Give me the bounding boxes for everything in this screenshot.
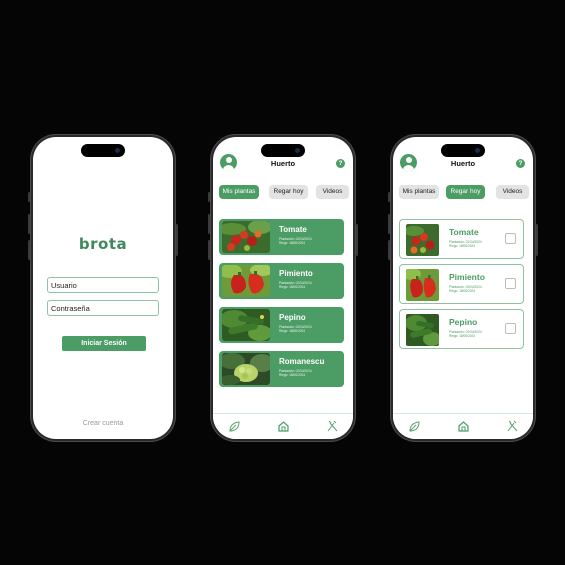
- password-field[interactable]: Contraseña: [47, 300, 159, 316]
- plant-name: Pepino: [279, 313, 306, 322]
- tools-icon[interactable]: [506, 420, 519, 433]
- watering-date: Riego: 18/06/2024: [449, 244, 476, 248]
- dynamic-island: [81, 144, 125, 157]
- tab-bar: Mis plantas Regar hoy Videos: [219, 185, 349, 199]
- plant-name: Tomate: [279, 225, 307, 234]
- leaf-icon[interactable]: [408, 420, 421, 433]
- username-field[interactable]: Usuario: [47, 277, 159, 293]
- plant-card-romanescu[interactable]: Romanescu Plantación: 02/04/2024 Riego: …: [219, 351, 344, 387]
- phone-login: brota Usuario Contraseña Iniciar Sesión …: [28, 134, 178, 442]
- watered-checkbox[interactable]: [505, 278, 516, 289]
- volume-up-button: [28, 214, 30, 234]
- plant-name: Romanescu: [279, 357, 325, 366]
- volume-down-button: [208, 240, 210, 260]
- mute-switch: [208, 192, 210, 202]
- water-today-screen: Huerto ? Mis plantas Regar hoy Videos To…: [393, 137, 533, 439]
- tab-videos[interactable]: Videos: [316, 185, 349, 199]
- watering-date: Riego: 18/06/2024: [279, 329, 306, 333]
- watered-checkbox[interactable]: [505, 323, 516, 334]
- dynamic-island: [441, 144, 485, 157]
- mute-switch: [28, 192, 30, 202]
- app-logo: brota: [78, 235, 128, 253]
- plant-name: Tomate: [449, 227, 479, 237]
- watering-date: Riego: 18/06/2024: [279, 373, 306, 377]
- watering-date: Riego: 18/06/2024: [279, 241, 306, 245]
- plant-card-pepino[interactable]: Pepino Plantación: 02/04/2024 Riego: 18/…: [219, 307, 344, 343]
- volume-down-button: [28, 240, 30, 260]
- page-title: Huerto: [270, 159, 296, 168]
- tab-my-plants[interactable]: Mis plantas: [399, 185, 439, 199]
- home-icon[interactable]: [277, 420, 290, 433]
- mute-switch: [388, 192, 390, 202]
- tab-my-plants[interactable]: Mis plantas: [219, 185, 259, 199]
- water-card-pepino[interactable]: Pepino Plantación: 02/04/2024 Riego: 18/…: [399, 309, 524, 349]
- volume-down-button: [388, 240, 390, 260]
- volume-up-button: [208, 214, 210, 234]
- dynamic-island: [261, 144, 305, 157]
- bottom-navigation: [393, 413, 533, 439]
- watering-date: Riego: 18/06/2024: [279, 285, 306, 289]
- plant-name: Pepino: [449, 317, 478, 327]
- bottom-navigation: [213, 413, 353, 439]
- help-icon[interactable]: ?: [516, 159, 525, 168]
- power-button: [176, 224, 178, 256]
- my-plants-screen: Huerto ? Mis plantas Regar hoy Videos To…: [213, 137, 353, 439]
- volume-up-button: [388, 214, 390, 234]
- page-title: Huerto: [450, 159, 476, 168]
- tab-bar: Mis plantas Regar hoy Videos: [399, 185, 529, 199]
- water-card-tomate[interactable]: Tomate Plantación: 02/04/2024 Riego: 18/…: [399, 219, 524, 259]
- create-account-link[interactable]: Crear cuenta: [33, 420, 173, 427]
- leaf-icon[interactable]: [228, 420, 241, 433]
- plant-name: Pimiento: [449, 272, 485, 282]
- tab-water-today[interactable]: Regar hoy: [446, 185, 485, 199]
- tools-icon[interactable]: [326, 420, 339, 433]
- romanesco-photo: [222, 353, 270, 385]
- tab-water-today[interactable]: Regar hoy: [269, 185, 308, 199]
- home-icon[interactable]: [457, 420, 470, 433]
- plant-card-tomate[interactable]: Tomate Plantación: 02/04/2024 Riego: 18/…: [219, 219, 344, 255]
- tab-videos[interactable]: Videos: [496, 185, 529, 199]
- watering-date: Riego: 18/06/2024: [449, 289, 476, 293]
- pepper-photo: [222, 265, 270, 297]
- login-button[interactable]: Iniciar Sesión: [62, 336, 146, 351]
- pepper-photo: [406, 269, 439, 301]
- phone-my-plants: Huerto ? Mis plantas Regar hoy Videos To…: [208, 134, 358, 442]
- watering-date: Riego: 18/06/2024: [449, 334, 476, 338]
- login-screen: brota Usuario Contraseña Iniciar Sesión …: [33, 137, 173, 439]
- power-button: [536, 224, 538, 256]
- watered-checkbox[interactable]: [505, 233, 516, 244]
- phone-water-today: Huerto ? Mis plantas Regar hoy Videos To…: [388, 134, 538, 442]
- plant-name: Pimiento: [279, 269, 313, 278]
- plant-card-pimiento[interactable]: Pimiento Plantación: 02/04/2024 Riego: 1…: [219, 263, 344, 299]
- tomato-photo: [222, 221, 270, 253]
- power-button: [356, 224, 358, 256]
- water-card-pimiento[interactable]: Pimiento Plantación: 02/04/2024 Riego: 1…: [399, 264, 524, 304]
- help-icon[interactable]: ?: [336, 159, 345, 168]
- cucumber-photo: [406, 314, 439, 346]
- cucumber-photo: [222, 309, 270, 341]
- tomato-photo: [406, 224, 439, 256]
